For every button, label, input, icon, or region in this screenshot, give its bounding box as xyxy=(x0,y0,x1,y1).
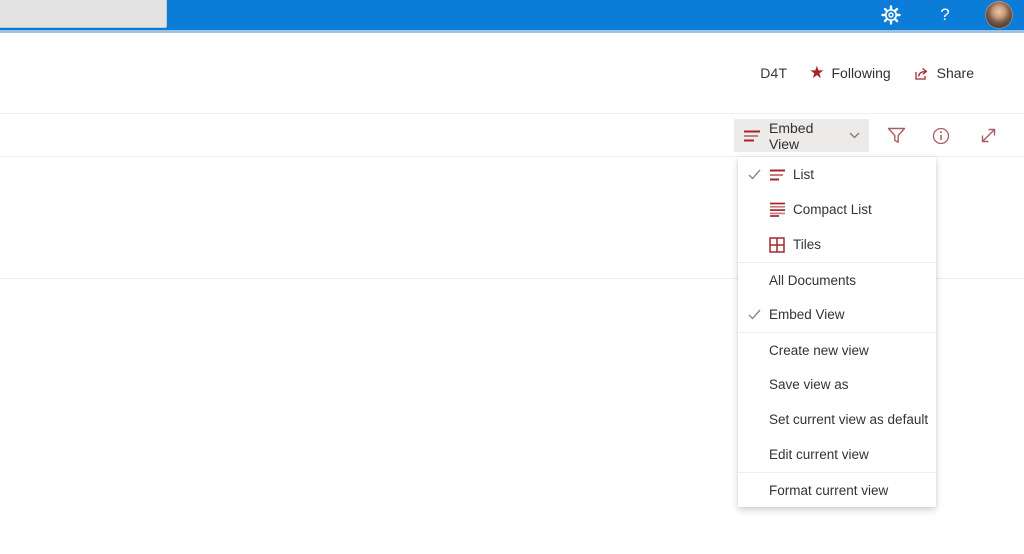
gear-icon xyxy=(881,5,901,25)
account-button[interactable] xyxy=(984,0,1014,30)
menu-item-tiles[interactable]: Tiles xyxy=(738,227,936,262)
settings-button[interactable] xyxy=(876,0,906,30)
menu-item-save-view-as[interactable]: Save view as xyxy=(738,367,936,402)
menu-item-label: List xyxy=(793,167,815,182)
info-icon xyxy=(932,127,950,145)
expand-icon xyxy=(980,127,997,144)
help-button[interactable]: ? xyxy=(930,0,960,30)
view-selector-button[interactable]: Embed View xyxy=(734,119,869,152)
menu-item-format-current-view[interactable]: Format current view xyxy=(738,472,936,507)
help-icon: ? xyxy=(940,5,950,24)
menu-item-compact-list[interactable]: Compact List xyxy=(738,192,936,227)
menu-item-edit-current-view[interactable]: Edit current view xyxy=(738,437,936,472)
menu-item-label: Save view as xyxy=(769,377,849,392)
menu-item-set-current-view-as-default[interactable]: Set current view as default xyxy=(738,402,936,437)
menu-item-label: Format current view xyxy=(769,482,889,498)
filter-icon xyxy=(887,127,906,144)
share-button[interactable]: Share xyxy=(913,65,974,81)
compact-list-icon xyxy=(769,202,793,217)
view-selector-label: Embed View xyxy=(769,119,814,152)
menu-item-list[interactable]: List xyxy=(738,157,936,192)
view-options-menu: List Compact List Tiles All Documents Em… xyxy=(738,157,936,507)
expand-button[interactable] xyxy=(971,119,1005,152)
menu-item-label: Tiles xyxy=(793,237,822,252)
menu-item-label: Edit current view xyxy=(769,447,869,462)
share-label: Share xyxy=(936,65,974,81)
list-view-icon xyxy=(769,168,793,182)
menu-item-label: Embed View xyxy=(769,307,845,322)
list-view-icon xyxy=(743,129,761,143)
site-title: D4T xyxy=(760,65,788,81)
menu-item-label: Set current view as default xyxy=(769,412,929,427)
menu-item-embed-view[interactable]: Embed View xyxy=(738,297,936,332)
user-avatar xyxy=(985,1,1013,29)
checkmark-icon xyxy=(748,309,769,320)
menu-item-create-new-view[interactable]: Create new view xyxy=(738,332,936,367)
following-button[interactable]: ★ Following xyxy=(809,62,891,82)
menu-item-all-documents[interactable]: All Documents xyxy=(738,262,936,297)
suite-bar: ? xyxy=(0,0,1024,30)
tiles-icon xyxy=(769,236,793,253)
checkmark-icon xyxy=(748,169,769,180)
filter-button[interactable] xyxy=(879,119,913,152)
page-header: D4T ★ Following Share xyxy=(0,33,1024,114)
share-icon xyxy=(913,65,930,81)
star-icon: ★ xyxy=(809,62,825,82)
following-label: Following xyxy=(831,65,891,81)
page: ? D4T ★ Following Share Embed View List … xyxy=(0,0,1024,554)
info-button[interactable] xyxy=(924,119,958,152)
menu-item-label: Compact List xyxy=(793,202,872,217)
chevron-down-icon xyxy=(849,132,860,139)
menu-item-label: All Documents xyxy=(769,272,857,288)
menu-item-label: Create new view xyxy=(769,342,869,358)
command-bar: Embed View xyxy=(0,115,1024,157)
search-box[interactable] xyxy=(0,0,167,28)
